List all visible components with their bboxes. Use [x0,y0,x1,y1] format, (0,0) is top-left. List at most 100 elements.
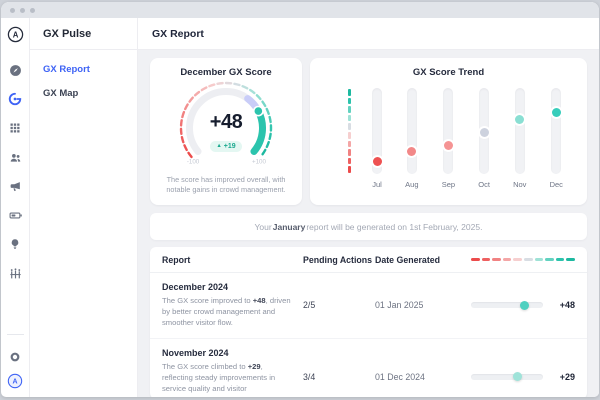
banner-highlight: January [273,222,306,232]
report-row-description: The GX score climbed to +29, reflecting … [162,361,293,397]
sidebar-icon-attractions-icon[interactable] [7,265,23,281]
trend-month-label: Oct [478,180,490,189]
report-row-pending-actions: 3/4 [303,372,375,382]
trend-month-label: Nov [513,180,526,189]
sidebar-icon-lightbulb-icon[interactable] [7,236,23,252]
legend-dash [492,258,501,261]
column-header-pending-actions: Pending Actions [303,255,375,265]
legend-dash [503,258,512,261]
report-row-score-value: +48 [550,300,575,310]
gauge-card: December GX Score -100+100 +48 ▲ +19 The… [150,58,302,205]
sidebar-icon-compass-icon[interactable] [7,62,23,78]
sidebar-icon-megaphone-icon[interactable] [7,178,23,194]
score-color-legend [471,258,575,261]
nav-panel: GX Report GX Map [30,50,138,397]
scale-segment [348,158,351,165]
trend-dot-sep [444,141,453,150]
trend-column-nov: Nov [513,88,526,189]
banner-text: report will be generated on 1st February… [306,222,482,232]
column-header-date-generated: Date Generated [375,255,471,265]
brand-name: GX Pulse [30,18,138,50]
scale-segment [348,115,351,122]
desc-part: The GX score climbed to [162,362,248,371]
trend-track [407,88,417,174]
trend-column-dec: Dec [550,88,563,189]
column-header-report: Report [162,255,303,265]
legend-dash [545,258,554,261]
trend-dot-oct [480,128,489,137]
report-row-main: November 2024 The GX score climbed to +29… [162,348,303,397]
trend-month-label: Aug [405,180,418,189]
svg-text:A: A [12,379,17,386]
trend-card: GX Score Trend JulAugSepOctNovDec [310,58,587,205]
svg-text:A: A [12,30,18,39]
brand-logo-icon: A [7,18,24,50]
score-slider-track [471,302,543,308]
page-title: GX Report [138,18,599,50]
report-row-date: 01 Dec 2024 [375,372,471,382]
rail-divider [7,334,24,335]
legend-dash [513,258,522,261]
trend-column-jul: Jul [372,88,382,189]
report-row-score-value: +29 [550,372,575,382]
sidebar-icon-users-icon[interactable] [7,149,23,165]
gauge-delta-badge: ▲ +19 [210,141,241,152]
table-row[interactable]: December 2024 The GX score improved to +4… [150,273,587,339]
trend-dot-jul [373,157,382,166]
window-control-dot[interactable] [10,8,15,13]
sidebar-icon-profile-icon[interactable]: A [7,373,23,389]
legend-dash [471,258,480,261]
trend-dot-dec [552,108,561,117]
desc-part: +48 [253,296,266,305]
sidebar-icon-gx-logo-icon[interactable] [7,91,23,107]
report-row-title: November 2024 [162,348,293,358]
report-row-description: The GX score improved to +48, driven by … [162,295,293,328]
trend-track [551,88,561,174]
scale-segment [348,166,351,173]
main-content: December GX Score -100+100 +48 ▲ +19 The… [138,50,599,397]
scale-segment [348,123,351,130]
gauge-delta-value: +19 [224,143,236,150]
trend-card-title: GX Score Trend [310,67,587,78]
trend-dot-nov [515,115,524,124]
sidebar-icon-settings-icon[interactable] [7,349,23,365]
report-schedule-banner: Your January report will be generated on… [150,213,587,240]
table-row[interactable]: November 2024 The GX score climbed to +29… [150,339,587,397]
scale-segment [348,141,351,148]
trend-track [372,88,382,174]
window-titlebar [1,2,599,18]
scale-segment [348,149,351,156]
report-row-title: December 2024 [162,282,293,292]
sidebar-icon-grid-icon[interactable] [7,120,23,136]
trend-column-oct: Oct [478,88,490,189]
icon-rail: A A [1,18,30,397]
delta-up-icon: ▲ [216,144,221,150]
svg-text:+100: +100 [252,159,266,166]
sidebar-icon-battery-icon[interactable] [7,207,23,223]
nav-item-gx-map[interactable]: GX Map [43,88,137,99]
legend-dash [566,258,575,261]
trend-track [443,88,453,174]
score-slider-dot [513,372,522,381]
report-row-date: 01 Jan 2025 [375,300,471,310]
nav-item-gx-report[interactable]: GX Report [43,64,137,75]
score-slider-track [471,374,543,380]
window-control-dot[interactable] [30,8,35,13]
app-window: A A GX Pulse GX Report GX Report GX Map D… [1,2,599,397]
scale-segment [348,89,351,96]
report-table-header: Report Pending Actions Date Generated [150,247,587,273]
scale-segment [348,132,351,139]
report-row-score-slider: +29 [471,372,575,382]
trend-column-aug: Aug [405,88,418,189]
svg-text:-100: -100 [187,159,200,166]
legend-dash [556,258,565,261]
banner-text: Your [255,222,272,232]
trend-track [515,88,525,174]
report-row-main: December 2024 The GX score improved to +4… [162,282,303,328]
trend-month-label: Dec [550,180,563,189]
window-control-dot[interactable] [20,8,25,13]
desc-part: The GX score improved to [162,296,253,305]
scale-segment [348,98,351,105]
gauge-value: +48 [165,111,287,134]
scale-segment [348,106,351,113]
